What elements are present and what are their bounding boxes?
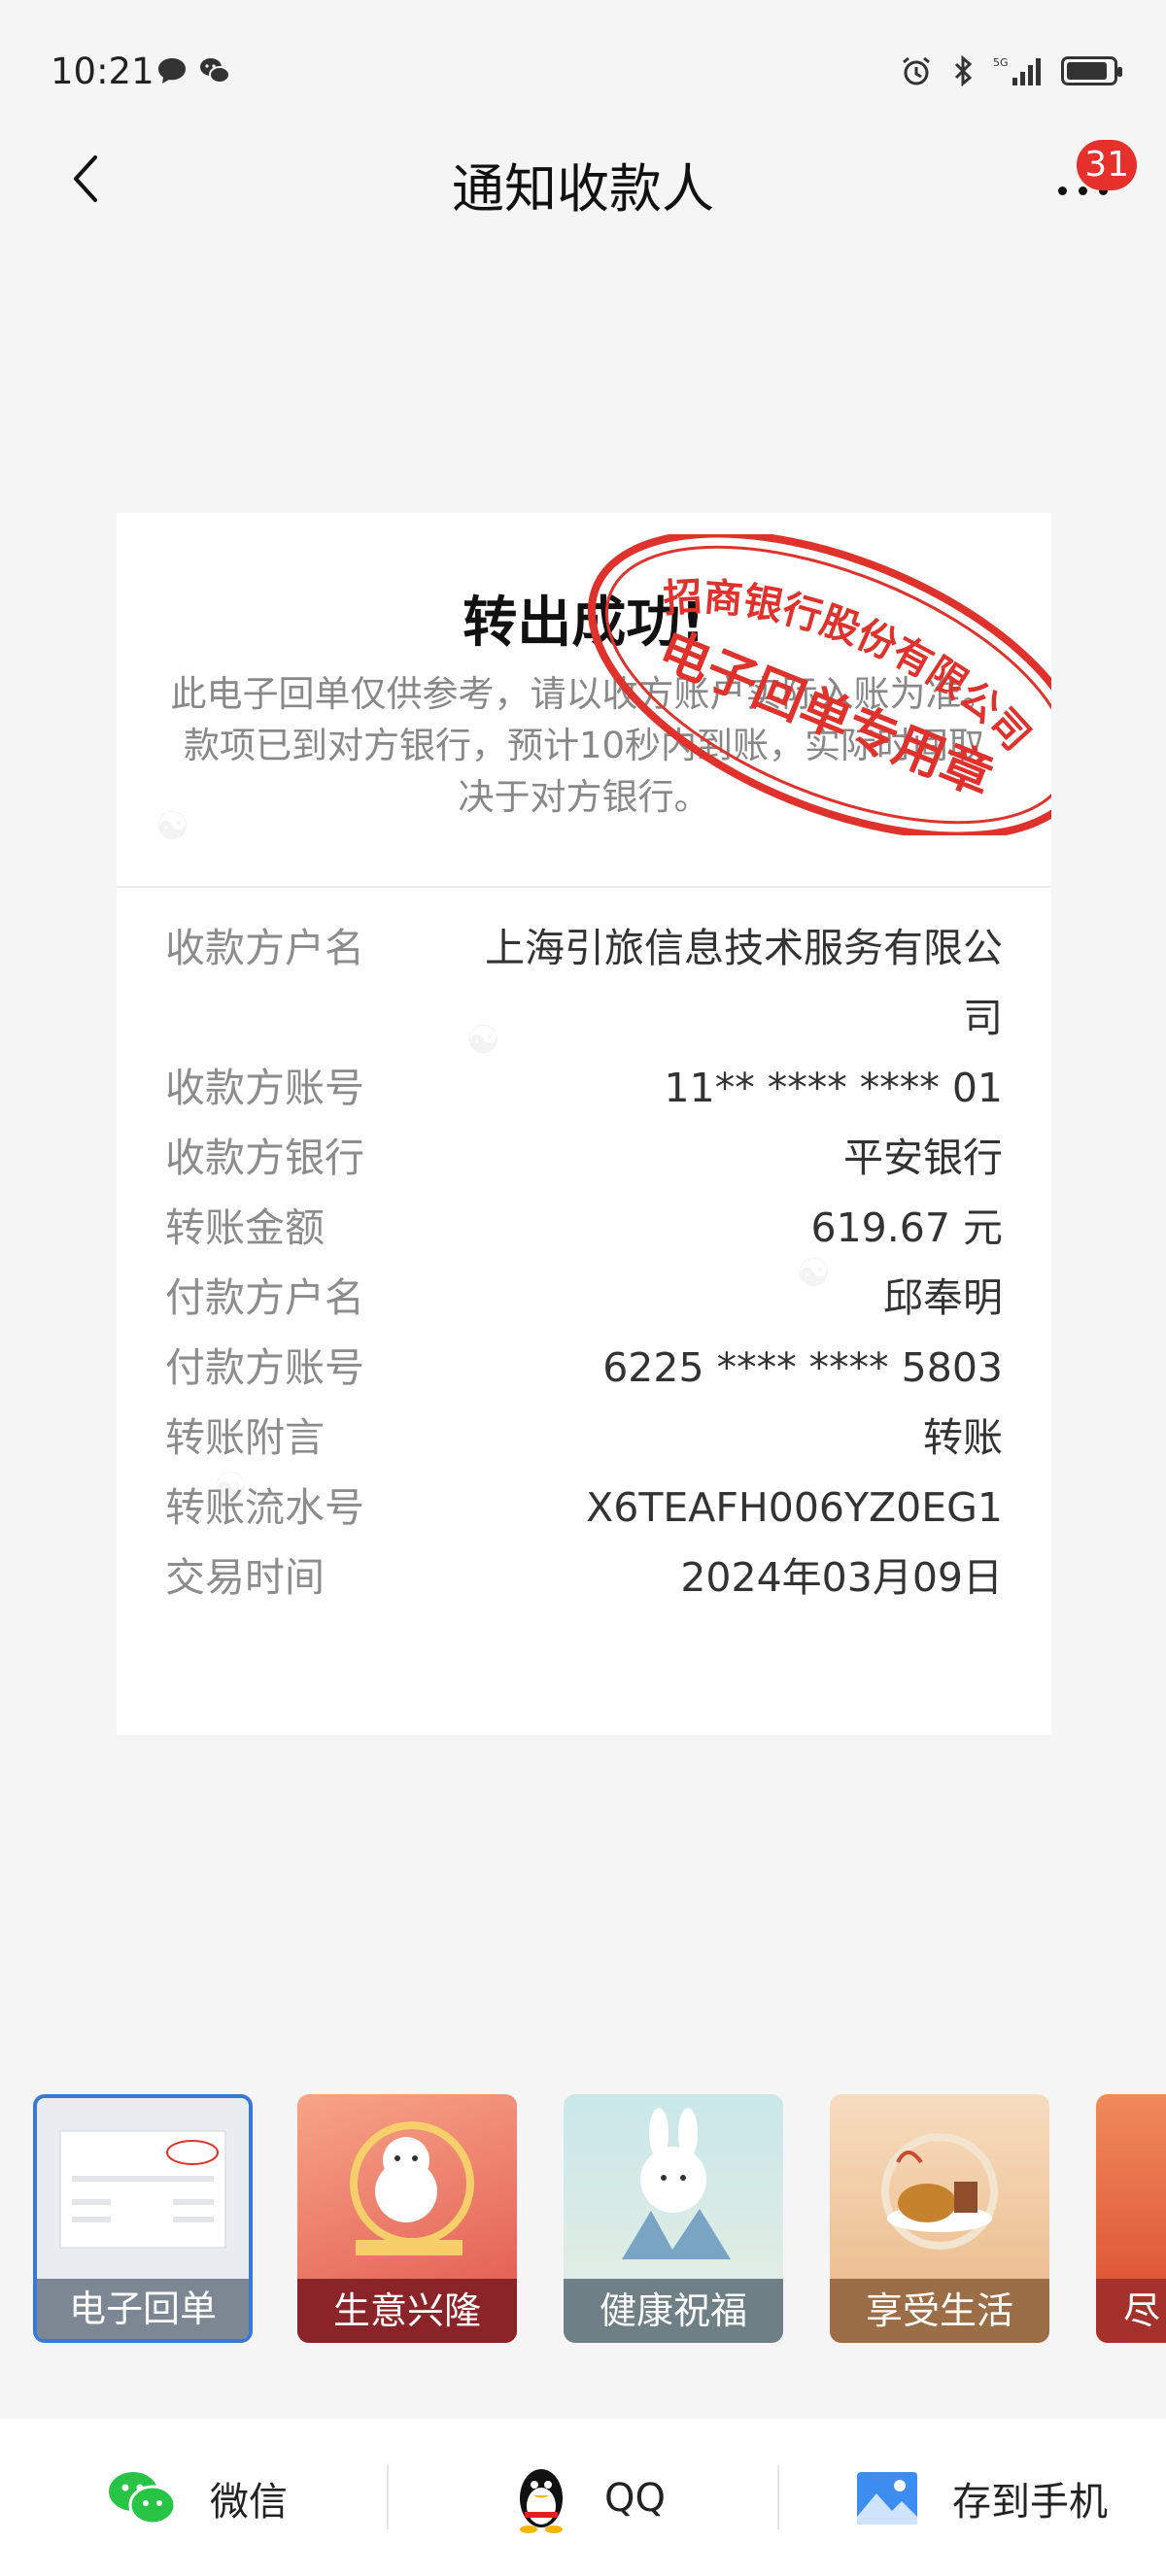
receipt-row: 转账附言 转账 [165, 1403, 1003, 1473]
row-label: 转账金额 [165, 1204, 325, 1251]
row-value: 邱奉明 [883, 1274, 1003, 1321]
message-icon [158, 58, 186, 84]
row-value: X6TEAFH006YZ0EG1 [586, 1484, 1003, 1531]
receipt-row: 付款方户名 邱奉明 [165, 1263, 1003, 1333]
alarm-icon [903, 56, 930, 85]
qq-penguin-icon [520, 2469, 563, 2533]
receipt-details: 收款方户名 上海引旅信息技术服务有限公司 收款方账号 11** **** ***… [165, 913, 1003, 1612]
row-value: 6225 **** **** 5803 [602, 1344, 1003, 1391]
template-card-health[interactable]: 健康祝福 [564, 2094, 783, 2343]
receipt-row: 收款方银行 平安银行 [165, 1123, 1003, 1193]
receipt-title: 转出成功! [463, 592, 705, 655]
header: 通知收款人 31 [0, 126, 1166, 233]
share-qq-label: QQ [604, 2476, 666, 2521]
row-value: 619.67 元 [810, 1204, 1004, 1251]
receipt-card: ☯ ☯ ☯ ☯ 转出成功! 此电子回单仅供参考，请以收方账户实际入账为准。款项已… [117, 513, 1051, 1735]
wechat-status-icon [200, 58, 230, 84]
notification-badge: 31 [1077, 140, 1137, 190]
battery-icon [1061, 56, 1122, 85]
svg-text:5G: 5G [993, 56, 1009, 69]
divider [777, 2465, 779, 2529]
share-bar: 微信 QQ 存到手机 [0, 2419, 1166, 2576]
gallery-icon [857, 2472, 917, 2525]
more-button[interactable]: 31 [1030, 140, 1137, 214]
status-time: 10:21 [51, 51, 154, 92]
template-label: 尽 [1096, 2279, 1166, 2343]
template-label: 生意兴隆 [297, 2279, 517, 2343]
bluetooth-icon [954, 54, 973, 87]
save-to-phone-label: 存到手机 [952, 2480, 1108, 2525]
wechat-icon [109, 2472, 177, 2525]
template-card-enjoy-life[interactable]: 享受生活 [830, 2094, 1049, 2343]
receipt-notice: 此电子回单仅供参考，请以收方账户实际入账为准。款项已到对方银行，预计10秒内到账… [170, 673, 998, 818]
row-label: 交易时间 [165, 1554, 325, 1601]
template-selector: 电子回单 生意兴隆 健康祝福 享受生活 尽 [0, 2088, 1166, 2351]
receipt-row: 收款方户名 上海引旅信息技术服务有限公司 [165, 913, 1003, 1053]
status-bar: 10:21 5G [0, 0, 1166, 146]
divider [387, 2465, 389, 2529]
row-label: 转账流水号 [165, 1484, 364, 1531]
template-label: 健康祝福 [564, 2279, 783, 2343]
row-label: 付款方账号 [165, 1344, 364, 1391]
template-label: 享受生活 [830, 2279, 1049, 2343]
template-card-receipt[interactable]: 电子回单 [33, 2094, 253, 2343]
rabbit-icon [622, 2108, 731, 2259]
row-value: 平安银行 [843, 1135, 1003, 1181]
signal-icon: 5G [993, 56, 1041, 85]
row-value: 上海引旅信息技术服务有限公司 [485, 925, 1003, 1041]
share-wechat-label: 微信 [210, 2480, 288, 2525]
row-value: 11** **** **** 01 [664, 1065, 1003, 1111]
row-label: 付款方户名 [165, 1274, 364, 1321]
share-qq-button[interactable]: QQ [511, 2459, 666, 2537]
page-title: 通知收款人 [452, 158, 714, 220]
row-label: 收款方户名 [165, 925, 364, 971]
row-value: 2024年03月09日 [680, 1554, 1003, 1601]
row-label: 转账附言 [165, 1414, 325, 1461]
notification-icons [155, 54, 231, 87]
row-label: 收款方银行 [165, 1135, 364, 1181]
status-right-icons: 5G [900, 54, 1122, 87]
food-icon [881, 2133, 998, 2250]
receipt-divider [117, 886, 1051, 888]
receipt-row: 付款方账号 6225 **** **** 5803 [165, 1333, 1003, 1403]
row-label: 收款方账号 [165, 1065, 364, 1111]
save-to-phone-button[interactable]: 存到手机 [855, 2459, 1108, 2537]
row-value: 转账 [923, 1414, 1003, 1461]
template-card-more[interactable]: 尽 [1096, 2094, 1166, 2343]
receipt-row: 转账流水号 X6TEAFH006YZ0EG1 [165, 1473, 1003, 1542]
receipt-row: 收款方账号 11** **** **** 01 [165, 1053, 1003, 1123]
template-label: 电子回单 [37, 2279, 249, 2339]
receipt-row: 交易时间 2024年03月09日 [165, 1542, 1003, 1612]
receipt-row: 转账金额 619.67 元 [165, 1193, 1003, 1263]
lucky-cat-icon [350, 2121, 474, 2255]
share-wechat-button[interactable]: 微信 [107, 2459, 288, 2537]
template-card-prosperity[interactable]: 生意兴隆 [297, 2094, 517, 2343]
receipt-thumbnail-icon [59, 2130, 226, 2249]
